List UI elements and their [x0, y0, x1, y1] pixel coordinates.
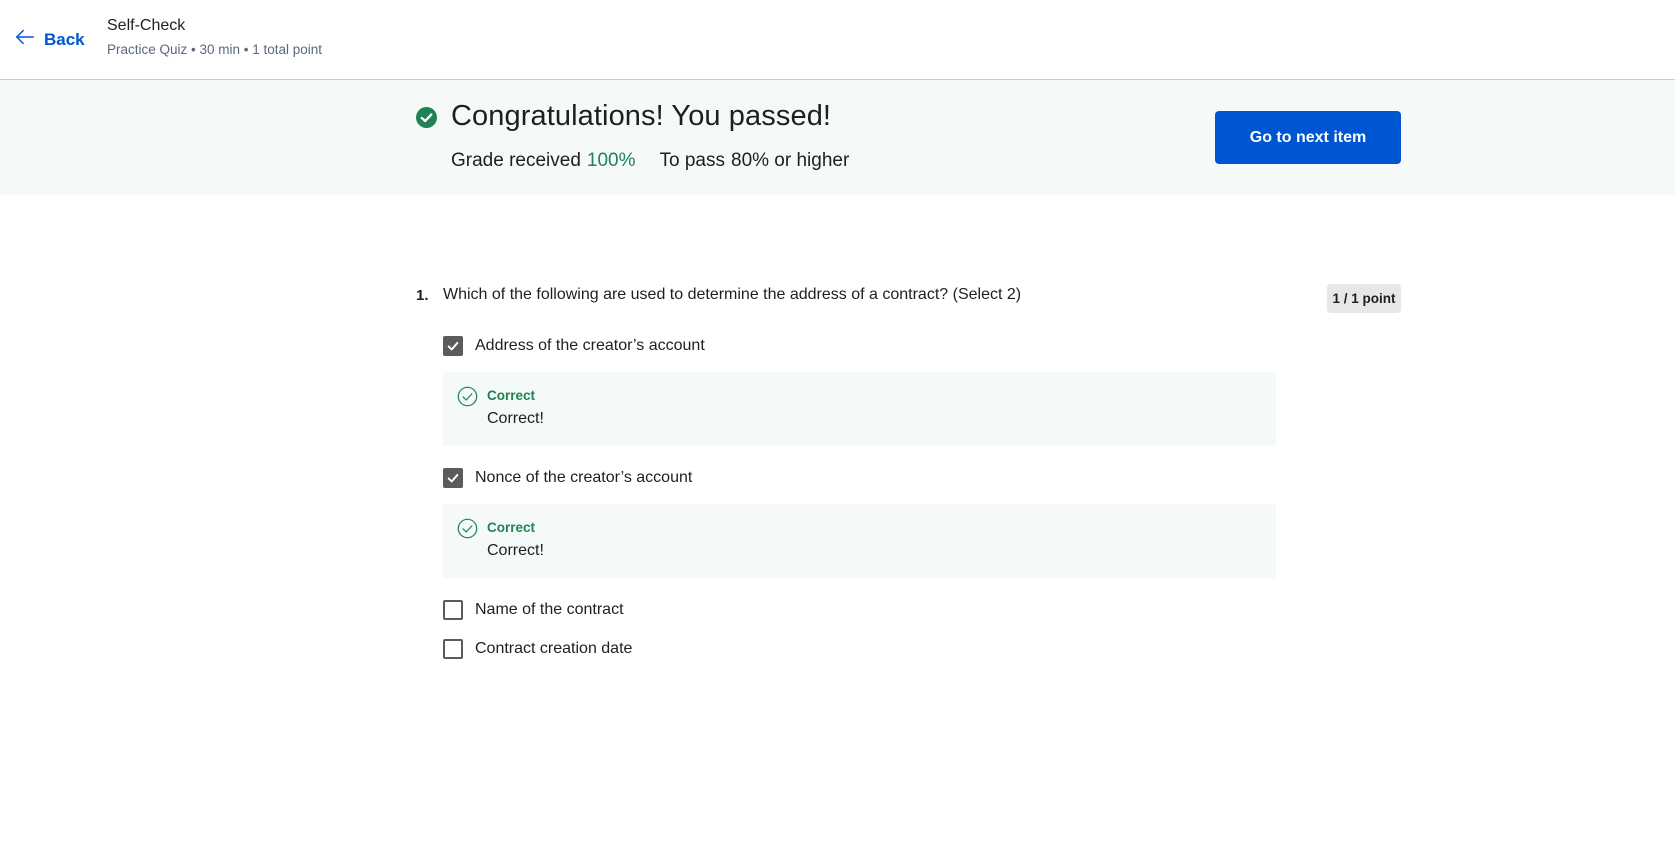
question-number: 1. — [416, 287, 429, 304]
option-label: Contract creation date — [475, 640, 633, 657]
grade-label: Grade received — [451, 150, 581, 171]
back-label: Back — [44, 29, 85, 49]
check-circle-filled-icon — [416, 107, 437, 128]
option-checkbox-3[interactable]: Name of the contract — [443, 600, 624, 620]
quiz-title-block: Self-Check Practice Quiz • 30 min • 1 to… — [107, 17, 322, 57]
result-banner — [0, 80, 1675, 195]
option-label: Nonce of the creator’s account — [475, 469, 693, 486]
result-headline: Congratulations! You passed! — [451, 100, 832, 132]
option-checkbox-1[interactable]: Address of the creator’s account — [443, 336, 705, 356]
feedback-text: Correct! — [487, 542, 544, 559]
top-bar: Back Self-Check Practice Quiz • 30 min •… — [0, 0, 1675, 80]
option-label: Address of the creator’s account — [475, 337, 705, 354]
arrow-left-icon — [14, 26, 36, 53]
points-badge: 1 / 1 point — [1327, 284, 1401, 313]
pass-value: 80% or higher — [731, 150, 850, 171]
page-title: Self-Check — [107, 17, 186, 34]
quiz-meta: Practice Quiz • 30 min • 1 total point — [107, 42, 323, 57]
checkbox-checked-icon[interactable] — [443, 336, 463, 356]
checkbox-unchecked-icon[interactable] — [443, 639, 463, 659]
question-text: Which of the following are used to deter… — [443, 286, 1022, 303]
feedback-title: Correct — [487, 520, 536, 535]
back-button[interactable]: Back — [14, 26, 85, 53]
feedback-title: Correct — [487, 388, 536, 403]
feedback-box: Correct Correct! — [443, 504, 1276, 578]
feedback-text: Correct! — [487, 410, 544, 427]
check-circle-outline-icon — [457, 518, 478, 539]
checkbox-checked-icon[interactable] — [443, 468, 463, 488]
grade-summary: Grade received 100% To pass 80% or highe… — [451, 150, 849, 172]
feedback-box: Correct Correct! — [443, 372, 1276, 446]
check-circle-outline-icon — [457, 386, 478, 407]
option-label: Name of the contract — [475, 601, 624, 618]
grade-value: 100% — [586, 150, 636, 171]
go-to-next-item-button[interactable]: Go to next item — [1215, 111, 1401, 164]
option-checkbox-4[interactable]: Contract creation date — [443, 639, 632, 659]
option-checkbox-2[interactable]: Nonce of the creator’s account — [443, 468, 692, 488]
pass-label: To pass — [659, 150, 725, 171]
checkbox-unchecked-icon[interactable] — [443, 600, 463, 620]
